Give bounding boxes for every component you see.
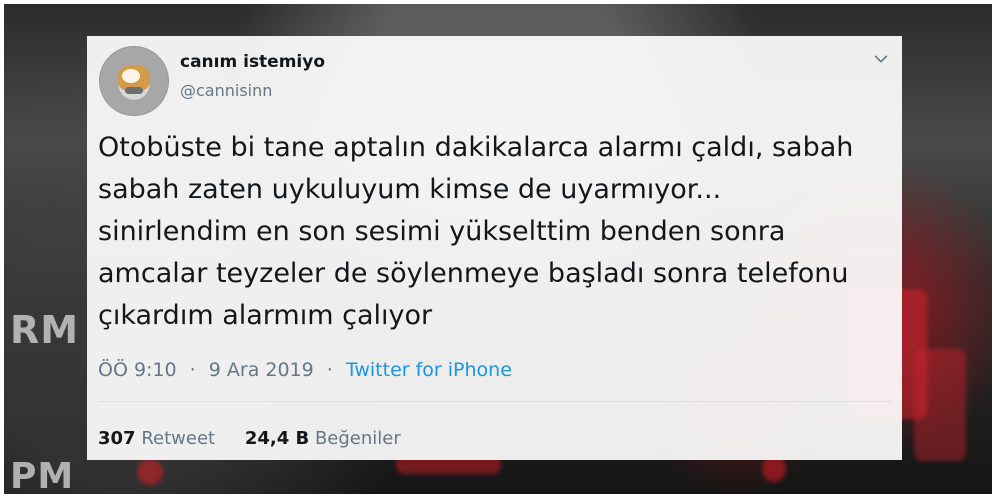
tweet-date[interactable]: 9 Ara 2019 (209, 359, 314, 381)
red-display-glow (137, 459, 163, 485)
retweet-stat[interactable]: 307 Retweet (98, 428, 221, 449)
tweet-divider (98, 401, 891, 402)
retweet-label: Retweet (141, 428, 216, 449)
red-display-glow (914, 349, 966, 461)
tweet-source-link[interactable]: Twitter for iPhone (346, 359, 512, 381)
tweet-meta: ÖÖ 9:10 · 9 Ara 2019 · Twitter for iPhon… (98, 359, 512, 381)
likes-stat[interactable]: 24,4 B Beğeniler (245, 428, 401, 449)
likes-label: Beğeniler (314, 428, 401, 449)
background-clock-label: RM (10, 308, 80, 352)
avatar[interactable] (99, 46, 169, 116)
author-name[interactable]: canım istemiyo (180, 52, 325, 72)
meta-separator: · (326, 359, 333, 381)
tweet-time[interactable]: ÖÖ 9:10 (98, 359, 177, 381)
retweet-count: 307 (98, 428, 136, 449)
background-clock-label: PM (10, 456, 75, 494)
dog-avatar-icon (118, 65, 150, 94)
author-handle[interactable]: @cannisinn (180, 81, 272, 100)
chevron-down-icon[interactable] (872, 50, 890, 68)
likes-count: 24,4 B (244, 428, 310, 449)
tweet-text: Otobüste bi tane aptalın dakikalarca ala… (98, 132, 854, 331)
meta-separator: · (189, 359, 196, 381)
tweet-card[interactable]: canım istemiyo @cannisinn Otobüste bi ta… (87, 36, 902, 460)
tweet-stats: 307 Retweet 24,4 B Beğeniler (98, 428, 425, 449)
